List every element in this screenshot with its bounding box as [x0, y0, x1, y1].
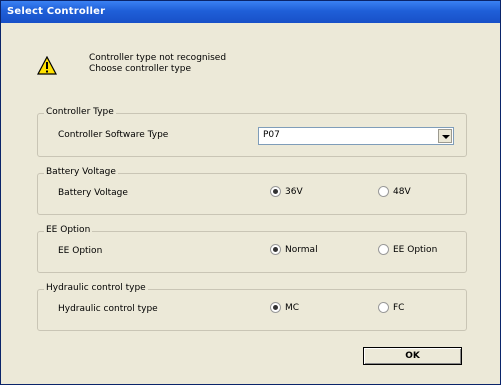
hydraulic-control-legend: Hydraulic control type: [44, 283, 148, 293]
ee-option-normal-label: Normal: [285, 245, 318, 255]
chevron-down-icon[interactable]: [438, 129, 452, 143]
message-line-1: Controller type not recognised: [89, 53, 227, 63]
hydraulic-mc-label: MC: [285, 303, 300, 313]
battery-voltage-label: Battery Voltage: [58, 188, 128, 198]
radio-unselected-indicator: [378, 186, 389, 197]
message-text: Controller type not recognised Choose co…: [89, 53, 226, 75]
ok-button[interactable]: OK: [363, 347, 462, 365]
ee-option-label: EE Option: [58, 246, 103, 256]
ee-option-legend: EE Option: [44, 225, 93, 235]
controller-software-type-select[interactable]: P07: [258, 127, 454, 145]
battery-voltage-36v-radio[interactable]: 36V: [270, 186, 303, 197]
ee-option-normal-radio[interactable]: Normal: [270, 244, 318, 255]
battery-voltage-legend: Battery Voltage: [44, 167, 118, 177]
controller-software-type-label: Controller Software Type: [58, 130, 169, 140]
radio-selected-indicator: [270, 302, 281, 313]
hydraulic-fc-label: FC: [393, 303, 405, 313]
controller-software-type-value: P07: [263, 130, 280, 140]
radio-unselected-indicator: [378, 244, 389, 255]
ee-option-group: EE Option EE Option Normal EE Option: [37, 225, 467, 273]
battery-voltage-group: Battery Voltage Battery Voltage 36V 48V: [37, 167, 467, 215]
title-bar[interactable]: Select Controller: [1, 1, 500, 23]
hydraulic-mc-radio[interactable]: MC: [270, 302, 299, 313]
warning-icon: [37, 56, 57, 75]
battery-voltage-48v-radio[interactable]: 48V: [378, 186, 411, 197]
window-title: Select Controller: [7, 6, 106, 17]
hydraulic-control-group: Hydraulic control type Hydraulic control…: [37, 283, 467, 331]
controller-type-legend: Controller Type: [44, 107, 116, 117]
controller-type-group: Controller Type Controller Software Type…: [37, 107, 467, 157]
radio-selected-indicator: [270, 244, 281, 255]
battery-voltage-36v-label: 36V: [285, 187, 303, 197]
ee-option-ee-label: EE Option: [393, 245, 438, 255]
hydraulic-fc-radio[interactable]: FC: [378, 302, 404, 313]
radio-selected-indicator: [270, 186, 281, 197]
select-controller-dialog: Select Controller Controller type not re…: [0, 0, 501, 385]
radio-unselected-indicator: [378, 302, 389, 313]
hydraulic-control-label: Hydraulic control type: [58, 304, 158, 314]
battery-voltage-48v-label: 48V: [393, 187, 411, 197]
message-line-2: Choose controller type: [89, 64, 191, 74]
ee-option-ee-radio[interactable]: EE Option: [378, 244, 437, 255]
